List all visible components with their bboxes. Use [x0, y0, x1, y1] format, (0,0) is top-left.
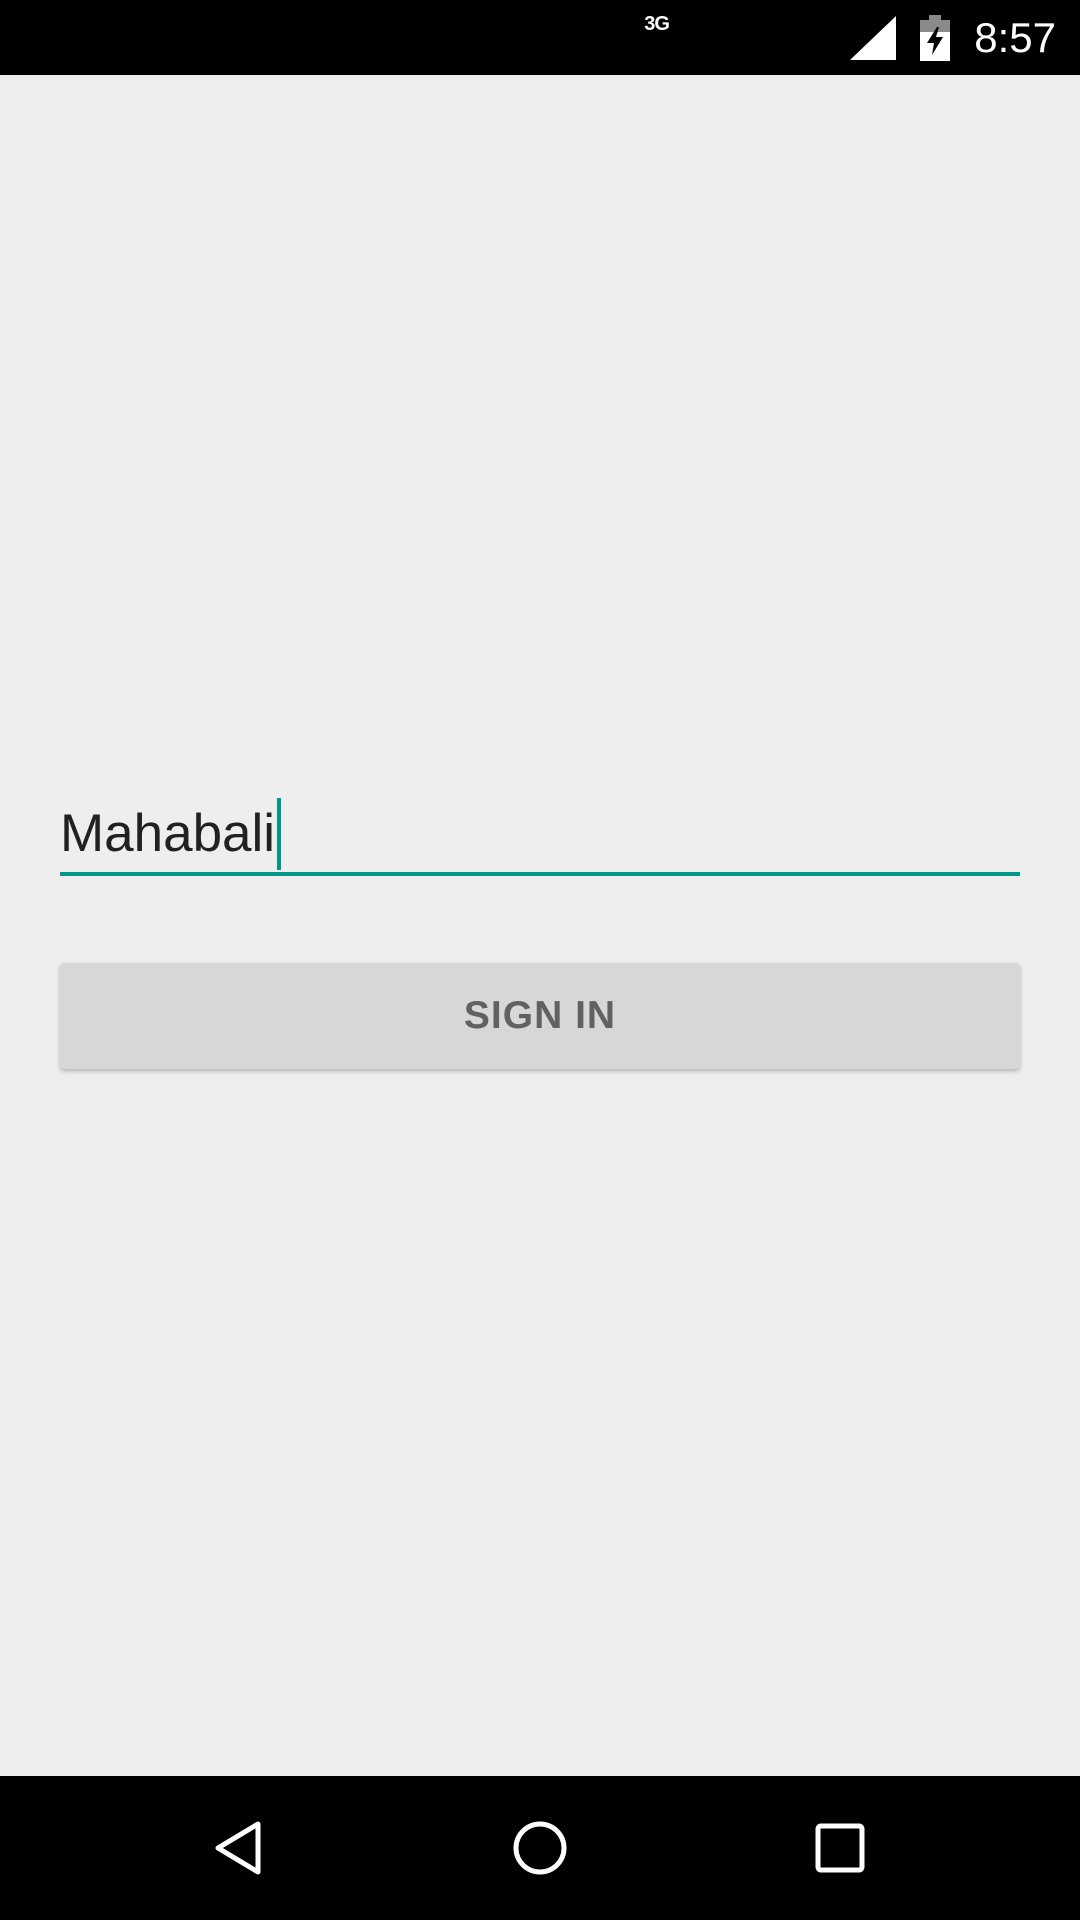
sign-in-button-label: SIGN IN — [463, 994, 617, 1037]
name-input-underline — [60, 872, 1020, 876]
sign-in-button[interactable]: SIGN IN — [60, 963, 1020, 1069]
text-cursor — [277, 798, 282, 870]
screen: 3G 8:57 Mahabali SIGN IN — [0, 0, 1080, 1920]
signal-icon — [850, 15, 897, 60]
navigation-bar — [0, 1776, 1080, 1920]
status-icons: 3G 8:57 — [644, 0, 1056, 75]
back-button[interactable] — [190, 1798, 290, 1898]
name-input-value[interactable]: Mahabali — [60, 802, 275, 866]
name-input-value-wrap[interactable]: Mahabali — [60, 798, 282, 870]
home-icon — [513, 1821, 567, 1875]
recents-icon — [815, 1823, 865, 1873]
network-type-label: 3G — [644, 13, 670, 35]
battery-charging-icon — [920, 14, 951, 61]
recents-button[interactable] — [790, 1798, 890, 1898]
status-bar: 3G 8:57 — [0, 0, 1080, 75]
home-button[interactable] — [490, 1798, 590, 1898]
back-icon — [215, 1821, 261, 1875]
status-time: 8:57 — [974, 14, 1056, 61]
name-input[interactable]: Mahabali — [60, 780, 1020, 876]
